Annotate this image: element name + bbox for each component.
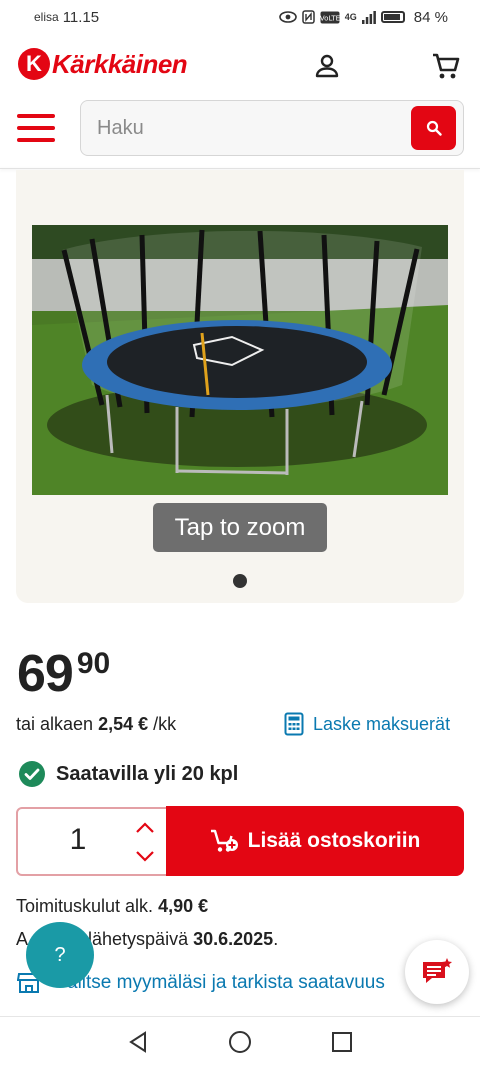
shipping-label: Toimituskulut alk. [16,896,154,916]
battery-icon [380,11,405,23]
dispatch-label: lähetyspäivä [88,929,189,949]
add-to-cart-button[interactable]: Lisää ostoskoriin [166,806,464,876]
installment-amount: 2,54 € [98,714,149,734]
header: K Kärkkäinen [0,40,480,92]
shipping-value: 4,90 € [158,896,209,916]
availability-text: Saatavilla yli 20 kpl [56,762,239,785]
product-gallery: Tap to zoom [16,170,464,603]
gallery-dot-active[interactable] [233,574,247,588]
price-main: 69 [17,645,74,703]
search-icon [426,120,442,136]
battery-percent: 84 % [413,8,448,26]
tap-to-zoom-hint[interactable]: Tap to zoom [153,503,327,552]
shipping-cost: Toimituskulut alk. 4,90 € [16,896,208,917]
system-navigation-bar [0,1016,480,1067]
installment-calculator-link[interactable]: Laske maksuerät [284,712,450,736]
svg-text:VoLTE: VoLTE [320,14,340,22]
recents-square-icon [332,1032,352,1052]
cart-icon [433,53,460,79]
store-link-label: alitse myymäläsi ja tarkista saatavuus [67,972,385,993]
menu-icon[interactable] [17,114,55,142]
product-image[interactable] [32,225,448,495]
chat-icon [423,958,452,983]
account-button[interactable] [311,50,343,82]
quantity-value[interactable]: 1 [58,823,98,857]
logo-mark: K [18,48,50,80]
question-mark-icon: ? [54,943,66,966]
carrier-name: elisa [34,10,59,24]
home-button[interactable] [227,1029,253,1055]
nfc-icon [302,10,315,24]
search-box [80,100,464,156]
chevron-down-icon [136,851,154,862]
volte-icon: VoLTE [320,11,340,23]
status-bar: elisa 11.15 VoLTE 4G 84 % [0,0,480,34]
installment-suffix: /kk [153,714,177,734]
recents-button[interactable] [329,1029,355,1055]
product-price: 69 90 [17,646,110,702]
header-divider [0,168,480,169]
network-type: 4G [344,12,357,22]
help-button[interactable]: ? [26,922,94,988]
check-circle-icon [19,761,45,787]
search-bar-row [0,98,480,160]
add-to-cart-label: Lisää ostoskoriin [247,829,421,852]
stock-status: Saatavilla yli 20 kpl [18,760,238,788]
calc-link-label: Laske maksuerät [313,713,451,734]
installment-prefix: tai alkaen [16,714,94,734]
chevron-up-icon [136,822,154,833]
cart-button[interactable] [430,50,462,82]
eye-icon [278,11,297,23]
back-button[interactable] [125,1029,151,1055]
chat-button[interactable] [405,940,469,1004]
back-triangle-icon [129,1031,146,1053]
home-circle-icon [229,1031,251,1053]
quantity-decrease-button[interactable] [134,847,156,865]
search-button[interactable] [411,106,456,150]
price-cents: 90 [76,647,111,680]
brand-logo[interactable]: K Kärkkäinen [18,48,188,80]
installment-info: tai alkaen 2,54 € /kk [16,714,176,735]
cart-add-icon [210,829,238,852]
search-input[interactable] [97,101,397,155]
signal-icon [361,10,376,24]
user-icon [315,54,339,78]
quantity-stepper[interactable]: 1 [16,807,168,876]
status-time: 11.15 [62,8,100,26]
logo-text: Kärkkäinen [52,48,188,79]
quantity-increase-button[interactable] [134,819,156,837]
calculator-icon [284,712,304,736]
status-icons: VoLTE 4G 84 % [278,8,448,26]
dispatch-value: 30.6.2025 [193,929,274,949]
